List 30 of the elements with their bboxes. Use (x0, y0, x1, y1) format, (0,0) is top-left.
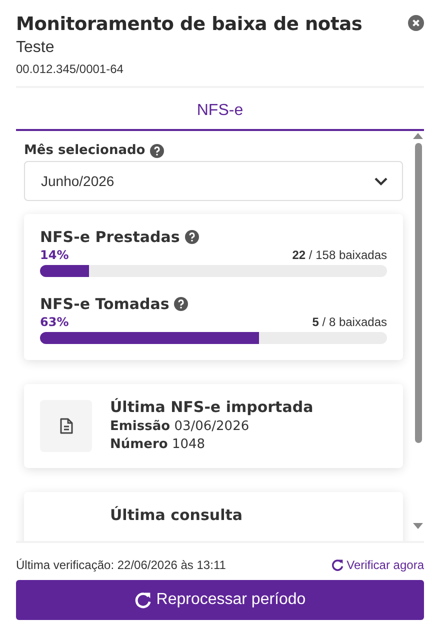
card-detail: Emissão 03/06/2026 (110, 419, 250, 434)
reprocess-button[interactable]: Reprocessar período (16, 580, 424, 620)
check-now-link[interactable]: Verificar agora (330, 558, 424, 572)
company-document: 00.012.345/0001-64 (16, 62, 124, 76)
close-icon[interactable] (408, 15, 424, 31)
scroll-thumb[interactable] (414, 143, 422, 443)
last-check-text: Última verificação: 22/06/2026 às 13:11 (16, 558, 226, 572)
card-title: Última NFS-e importada (110, 398, 314, 416)
panel-title: Monitoramento de baixa de notas (16, 14, 362, 35)
progress-count: 22 / 158 baixadas (292, 248, 387, 262)
progress-count: 5 / 8 baixadas (312, 315, 387, 329)
refresh-icon (330, 558, 344, 572)
help-icon[interactable] (184, 230, 199, 244)
scroll-down-icon[interactable] (413, 523, 423, 529)
field-label: Mês selecionado (24, 143, 146, 158)
tab[interactable]: NFS-e (16, 88, 424, 131)
help-icon[interactable] (150, 144, 164, 158)
chevron-down-icon (374, 176, 388, 186)
card-detail: Número 1048 (110, 437, 206, 452)
progress-title: NFS-e Prestadas (40, 228, 180, 246)
progress-percent: 63% (40, 315, 69, 329)
help-icon[interactable] (174, 297, 188, 311)
card-title: Última consulta (110, 506, 243, 524)
month-select[interactable]: Junho/2026 (24, 161, 403, 201)
company-name: Teste (16, 39, 56, 57)
progress-title: NFS-e Tomadas (40, 295, 170, 313)
scroll-up-icon[interactable] (413, 133, 423, 139)
document-icon (60, 418, 72, 434)
progress-percent: 14% (40, 248, 69, 262)
refresh-icon (134, 591, 152, 609)
